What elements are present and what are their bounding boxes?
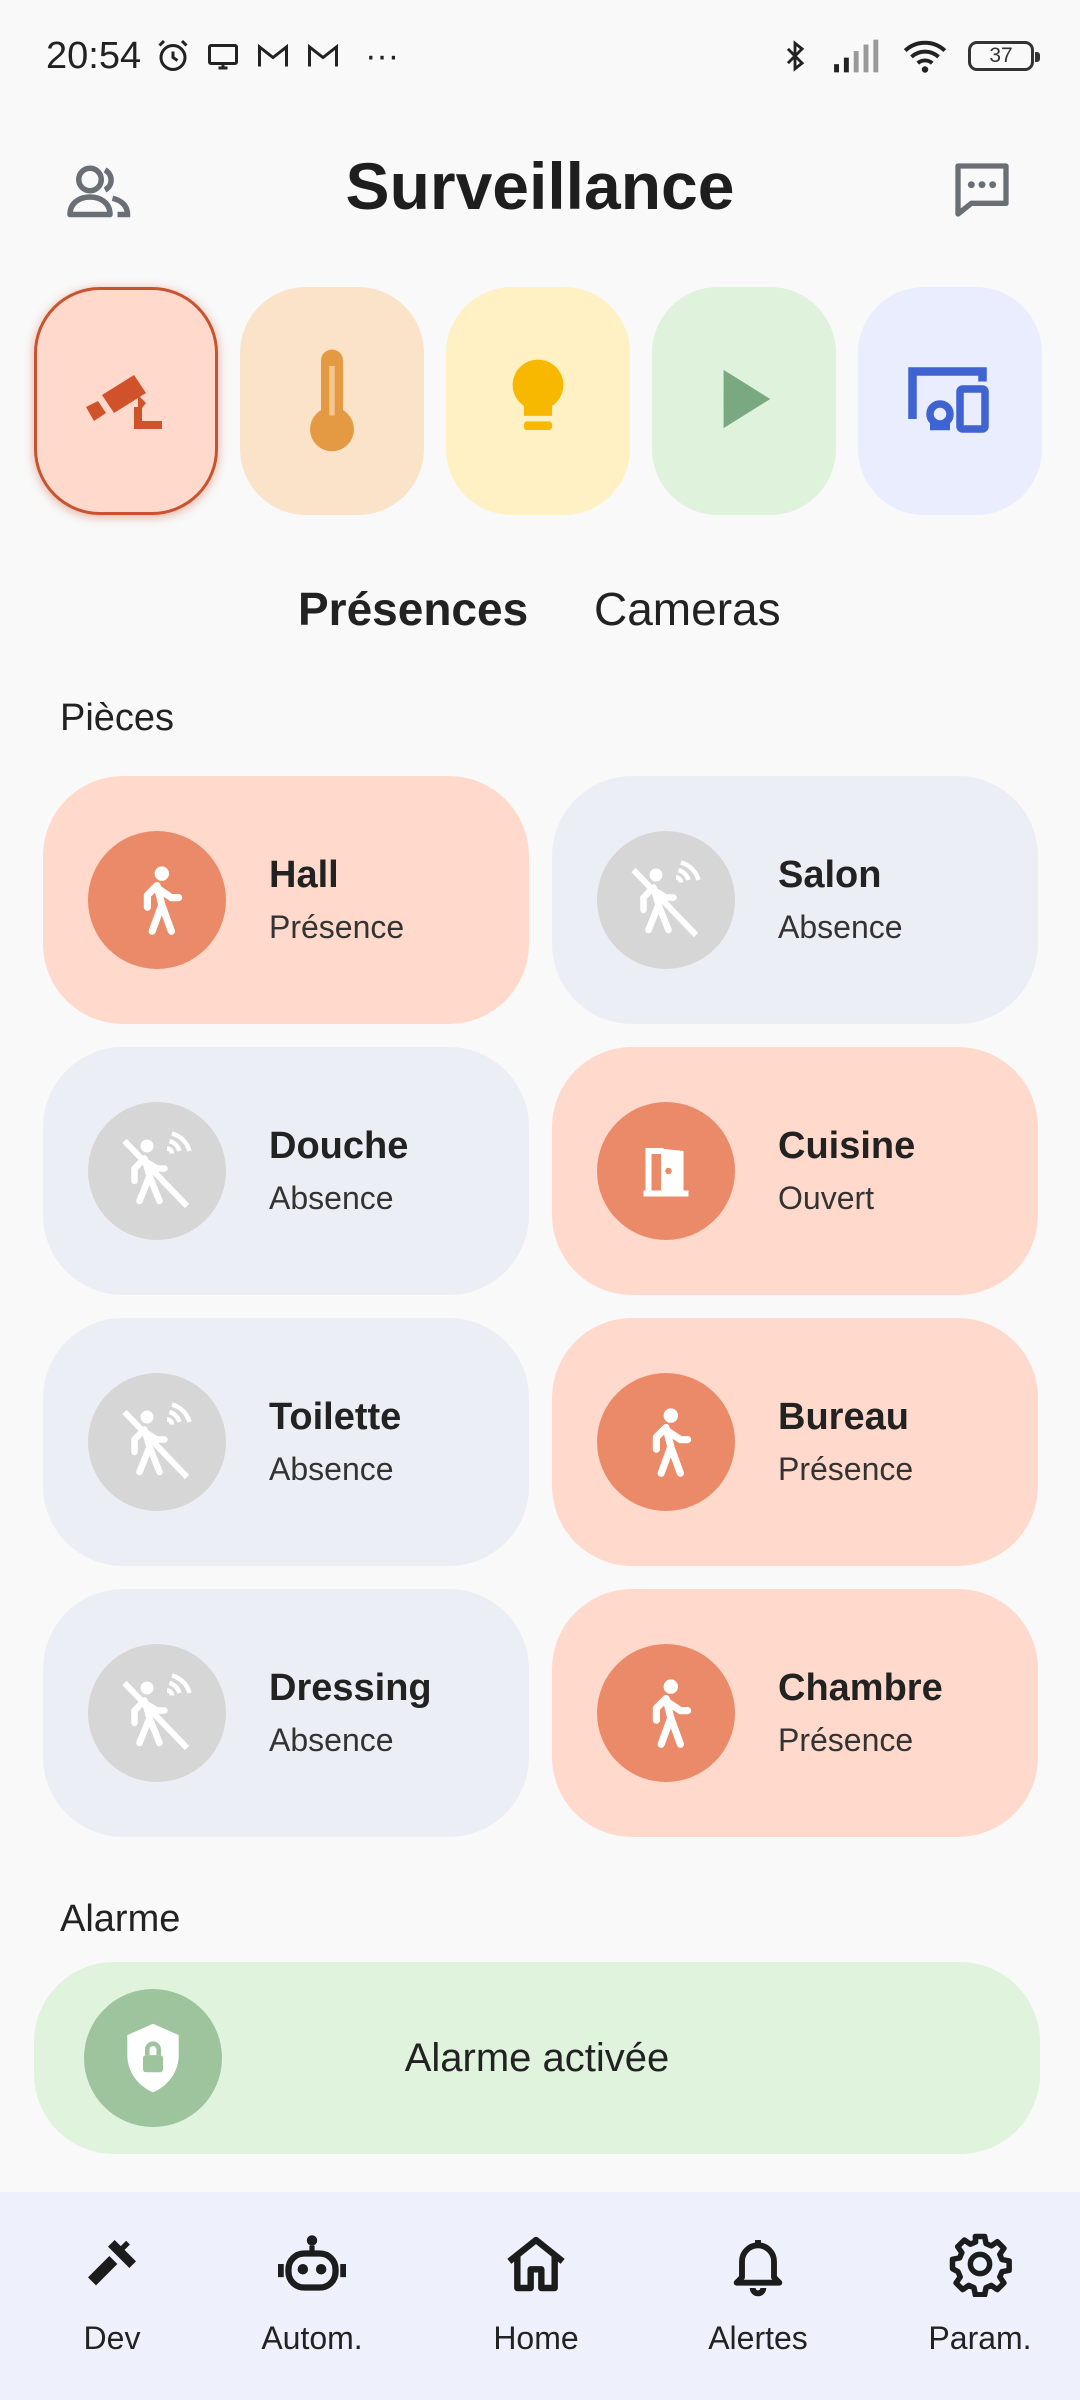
- category-bar: [34, 287, 1064, 517]
- rooms-section-title: Pièces: [60, 697, 175, 739]
- room-status: Présence: [269, 909, 405, 945]
- room-card-hall[interactable]: Hall Présence: [43, 776, 529, 1024]
- room-card-toilette[interactable]: Toilette Absence: [43, 1318, 529, 1566]
- walking-person-icon: [597, 1644, 735, 1782]
- alarm-card[interactable]: Alarme activée: [34, 1962, 1040, 2154]
- room-card-dressing[interactable]: Dressing Absence: [43, 1589, 529, 1837]
- nav-item-alertes[interactable]: Alertes: [673, 2230, 843, 2380]
- status-time: 20:54: [46, 34, 142, 77]
- hammer-icon: [78, 2230, 146, 2298]
- nav-item-autom[interactable]: Autom.: [227, 2230, 397, 2380]
- category-devices[interactable]: [858, 287, 1042, 515]
- tab-presences[interactable]: Présences: [298, 582, 528, 636]
- alarm-label: Alarme activée: [404, 2035, 670, 2080]
- room-card-cuisine[interactable]: Cuisine Ouvert: [552, 1047, 1038, 1295]
- battery-icon: 37: [968, 41, 1040, 71]
- thermometer-icon: [302, 344, 362, 459]
- nav-item-param[interactable]: Param.: [895, 2230, 1065, 2380]
- signal-icon: [832, 38, 882, 74]
- room-status: Absence: [778, 909, 903, 945]
- room-name: Douche: [269, 1125, 409, 1167]
- category-temperature[interactable]: [240, 287, 424, 515]
- motion-off-icon: [88, 1102, 226, 1240]
- room-card-chambre[interactable]: Chambre Présence: [552, 1589, 1038, 1837]
- category-media[interactable]: [652, 287, 836, 515]
- nav-label: Param.: [928, 2320, 1032, 2356]
- alarm-icon: [155, 38, 191, 74]
- nav-label: Dev: [83, 2320, 141, 2356]
- bluetooth-icon: [778, 36, 812, 76]
- nav-label: Home: [493, 2320, 579, 2356]
- room-name: Bureau: [778, 1396, 909, 1438]
- room-status: Absence: [269, 1722, 394, 1758]
- category-lighting[interactable]: [446, 287, 630, 515]
- room-card-douche[interactable]: Douche Absence: [43, 1047, 529, 1295]
- room-name: Cuisine: [778, 1125, 916, 1167]
- room-name: Hall: [269, 854, 339, 896]
- nav-label: Alertes: [708, 2320, 808, 2356]
- room-name: Chambre: [778, 1667, 943, 1709]
- nav-item-home[interactable]: Home: [451, 2230, 621, 2380]
- cctv-icon: [78, 359, 174, 444]
- more-notifications-icon: ···: [365, 36, 400, 75]
- screen-icon: [205, 38, 241, 74]
- gmail-icon: [255, 38, 291, 74]
- room-status: Ouvert: [778, 1180, 875, 1216]
- tab-cameras[interactable]: Cameras: [594, 582, 781, 636]
- bell-icon: [724, 2230, 792, 2298]
- room-name: Salon: [778, 854, 882, 896]
- category-security-camera[interactable]: [34, 287, 218, 515]
- page-title: Surveillance: [345, 149, 735, 223]
- nav-item-dev[interactable]: Dev: [27, 2230, 197, 2380]
- play-icon: [714, 364, 774, 439]
- wifi-icon: [902, 38, 948, 74]
- room-status: Absence: [269, 1451, 394, 1487]
- room-status: Absence: [269, 1180, 394, 1216]
- motion-off-icon: [597, 831, 735, 969]
- tabs: Présences Cameras: [0, 582, 1080, 652]
- devices-icon: [905, 364, 995, 439]
- door-open-icon: [597, 1102, 735, 1240]
- alarm-section-title: Alarme: [60, 1898, 181, 1940]
- lightbulb-icon: [503, 354, 573, 449]
- gmail-icon: [305, 38, 341, 74]
- nav-label: Autom.: [261, 2320, 363, 2356]
- room-name: Dressing: [269, 1667, 432, 1709]
- robot-icon: [278, 2230, 346, 2298]
- room-name: Toilette: [269, 1396, 402, 1438]
- walking-person-icon: [88, 831, 226, 969]
- motion-off-icon: [88, 1644, 226, 1782]
- bottom-navigation: Dev Autom. Home Alertes Param.: [0, 2192, 1080, 2400]
- motion-off-icon: [88, 1373, 226, 1511]
- room-status: Présence: [778, 1722, 914, 1758]
- chat-button[interactable]: [944, 154, 1020, 230]
- status-bar: 20:54 ··· 37: [0, 0, 1080, 112]
- room-status: Présence: [778, 1451, 914, 1487]
- battery-level: 37: [989, 44, 1013, 67]
- walking-person-icon: [597, 1373, 735, 1511]
- app-header: Surveillance: [0, 120, 1080, 250]
- gear-icon: [946, 2230, 1014, 2298]
- home-icon: [502, 2230, 570, 2298]
- room-card-bureau[interactable]: Bureau Présence: [552, 1318, 1038, 1566]
- room-card-salon[interactable]: Salon Absence: [552, 776, 1038, 1024]
- chat-icon: [949, 158, 1015, 227]
